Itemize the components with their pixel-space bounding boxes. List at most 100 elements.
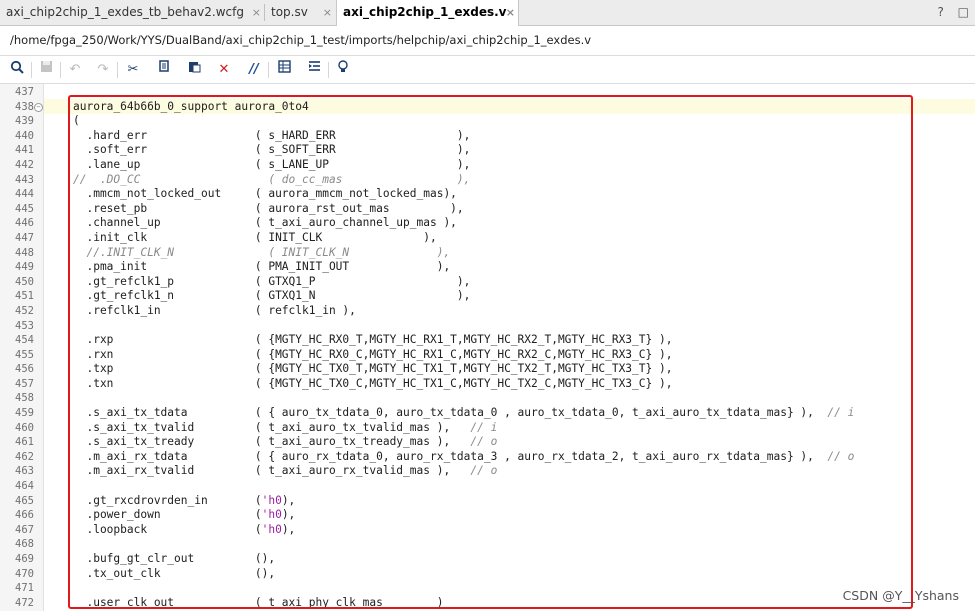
redo-icon[interactable]: ↷ [92, 60, 114, 80]
code-text: .tx_out_clk (), [73, 567, 275, 582]
code-text: .rxp ( {MGTY_HC_RX0_T,MGTY_HC_RX1_T,MGTY… [73, 333, 672, 348]
code-line[interactable]: 461 .s_axi_tx_tready ( t_axi_auro_tx_tre… [0, 435, 975, 450]
code-line[interactable]: 472 .user_clk_out ( t_axi_phy_clk_mas ) [0, 596, 975, 611]
code-line[interactable]: 455 .rxn ( {MGTY_HC_RX0_C,MGTY_HC_RX1_C,… [0, 348, 975, 363]
code-text: .loopback ('h0), [73, 523, 295, 538]
undo-icon[interactable]: ↶ [64, 60, 86, 80]
code-line[interactable]: 463 .m_axi_rx_tvalid ( t_axi_auro_rx_tva… [0, 464, 975, 479]
restore-icon[interactable]: □ [958, 5, 969, 19]
line-number: 466 [15, 509, 34, 522]
line-number: 472 [15, 596, 34, 609]
tab-wcfg[interactable]: axi_chip2chip_1_exdes_tb_behav2.wcfg × [0, 0, 264, 25]
code-line[interactable]: 469 .bufg_gt_clr_out (), [0, 552, 975, 567]
search-icon[interactable] [6, 60, 28, 80]
line-number: 443 [15, 173, 34, 186]
code-editor[interactable]: 437 438− aurora_64b66b_0_support aurora_0t… [0, 84, 975, 611]
code-line[interactable]: 467 .loopback ('h0), [0, 523, 975, 538]
code-line[interactable]: 470 .tx_out_clk (), [0, 567, 975, 582]
code-line[interactable]: 454 .rxp ( {MGTY_HC_RX0_T,MGTY_HC_RX1_T,… [0, 333, 975, 348]
code-segment: ), [281, 493, 296, 507]
code-line[interactable]: 452 .refclk1_in ( refclk1_in ), [0, 304, 975, 319]
code-line[interactable]: 443 // .DO_CC ( do_cc_mas ), [0, 173, 975, 188]
tab-axi-chip2chip-exdes[interactable]: axi_chip2chip_1_exdes.v × [336, 0, 519, 26]
comment-icon[interactable]: // [243, 60, 265, 80]
code-segment: .mmcm_not_locked_out ( aurora_mmcm_not_l… [73, 187, 457, 201]
code-segment: .txp ( {MGTY_HC_TX0_T,MGTY_HC_TX1_T,MGTY… [73, 362, 673, 376]
code-line[interactable]: 453 [0, 319, 975, 334]
code-line[interactable]: 437 [0, 85, 975, 100]
code-segment: .reset_pb ( aurora_rst_out_mas ), [73, 201, 464, 215]
line-number: 470 [15, 567, 34, 580]
code-line[interactable]: 451 .gt_refclk1_n ( GTXQ1_N ), [0, 289, 975, 304]
code-segment: .user_clk_out ( t_axi_phy_clk_mas ) [73, 595, 444, 609]
code-text: ( [73, 114, 80, 129]
code-line[interactable]: 468 [0, 537, 975, 552]
code-line[interactable]: 448 //.INIT_CLK_N ( INIT_CLK_N ), [0, 246, 975, 261]
line-number: 464 [15, 480, 34, 493]
code-line[interactable]: 447 .init_clk ( INIT_CLK ), [0, 231, 975, 246]
line-number: 458 [15, 392, 34, 405]
line-number: 441 [15, 144, 34, 157]
line-number: 461 [15, 436, 34, 449]
close-icon[interactable]: × [323, 0, 332, 25]
cut-icon[interactable]: ✂ [122, 60, 144, 80]
help-icon[interactable]: ? [937, 5, 943, 19]
code-segment: .pma_init ( PMA_INIT_OUT ), [73, 260, 451, 274]
line-number: 459 [15, 407, 34, 420]
code-segment: .power_down ( [73, 508, 262, 522]
code-text: .init_clk ( INIT_CLK ), [73, 231, 436, 246]
code-lines: 437 438− aurora_64b66b_0_support aurora_0t… [0, 85, 975, 610]
toolbar-divider [60, 62, 61, 78]
code-text: //.INIT_CLK_N ( INIT_CLK_N ), [73, 246, 450, 261]
close-icon[interactable]: × [506, 0, 515, 25]
code-line[interactable]: 445 .reset_pb ( aurora_rst_out_mas ), [0, 202, 975, 217]
lightbulb-icon[interactable] [332, 60, 354, 80]
line-number: 444 [15, 188, 34, 201]
code-segment: .m_axi_rx_tdata ( { auro_rx_tdata_0, aur… [73, 449, 828, 463]
code-line[interactable]: 466 .power_down ('h0), [0, 508, 975, 523]
code-segment: ), [281, 508, 296, 522]
code-line[interactable]: 446 .channel_up ( t_axi_auro_channel_up_… [0, 216, 975, 231]
code-text: // .DO_CC ( do_cc_mas ), [73, 173, 470, 188]
tab-top-sv[interactable]: top.sv × [265, 0, 335, 25]
code-line[interactable]: 457 .txn ( {MGTY_HC_TX0_C,MGTY_HC_TX1_C,… [0, 377, 975, 392]
file-path-bar: /home/fpga_250/Work/YYS/DualBand/axi_chi… [0, 26, 975, 56]
code-line[interactable]: 442 .lane_up ( s_LANE_UP ), [0, 158, 975, 173]
line-number: 463 [15, 465, 34, 478]
editor-toolbar: ↶ ↷ ✂ ✕ // [0, 56, 975, 84]
close-icon[interactable]: × [252, 0, 261, 25]
code-line[interactable]: 441 .soft_err ( s_SOFT_ERR ), [0, 143, 975, 158]
line-number: 439 [15, 115, 34, 128]
code-line[interactable]: 438− aurora_64b66b_0_support aurora_0to4 [0, 100, 975, 115]
save-icon[interactable] [35, 60, 57, 80]
code-literal: 'h0 [261, 493, 282, 507]
code-line[interactable]: 450 .gt_refclk1_p ( GTXQ1_P ), [0, 275, 975, 290]
line-number: 442 [15, 158, 34, 171]
code-line[interactable]: 456 .txp ( {MGTY_HC_TX0_T,MGTY_HC_TX1_T,… [0, 362, 975, 377]
line-number: 456 [15, 363, 34, 376]
code-line[interactable]: 439 ( [0, 114, 975, 129]
indent-icon[interactable] [303, 60, 325, 80]
line-number: 448 [15, 246, 34, 259]
toolbar-divider [117, 62, 118, 78]
code-line[interactable]: 449 .pma_init ( PMA_INIT_OUT ), [0, 260, 975, 275]
code-text: .s_axi_tx_tready ( t_axi_auro_tx_tready_… [73, 435, 497, 450]
code-text: .channel_up ( t_axi_auro_channel_up_mas … [73, 216, 456, 231]
code-line[interactable]: 458 [0, 391, 975, 406]
paste-icon[interactable] [183, 60, 205, 80]
copy-icon[interactable] [153, 60, 175, 80]
code-text: .txn ( {MGTY_HC_TX0_C,MGTY_HC_TX1_C,MGTY… [73, 377, 672, 392]
code-line[interactable]: 440 .hard_err ( s_HARD_ERR ), [0, 129, 975, 144]
delete-icon[interactable]: ✕ [213, 60, 235, 80]
code-line[interactable]: 444 .mmcm_not_locked_out ( aurora_mmcm_n… [0, 187, 975, 202]
fold-toggle-icon[interactable]: − [34, 102, 43, 112]
code-line[interactable]: 462 .m_axi_rx_tdata ( { auro_rx_tdata_0,… [0, 450, 975, 465]
code-line[interactable]: 464 [0, 479, 975, 494]
tab-label: axi_chip2chip_1_exdes_tb_behav2.wcfg [6, 5, 244, 19]
code-line[interactable]: 471 [0, 581, 975, 596]
code-line[interactable]: 459 .s_axi_tx_tdata ( { auro_tx_tdata_0,… [0, 406, 975, 421]
block-select-icon[interactable] [273, 60, 295, 80]
code-text: .gt_refclk1_n ( GTXQ1_N ), [73, 289, 470, 304]
code-line[interactable]: 465 .gt_rxcdrovrden_in ('h0), [0, 494, 975, 509]
code-line[interactable]: 460 .s_axi_tx_tvalid ( t_axi_auro_tx_tva… [0, 421, 975, 436]
